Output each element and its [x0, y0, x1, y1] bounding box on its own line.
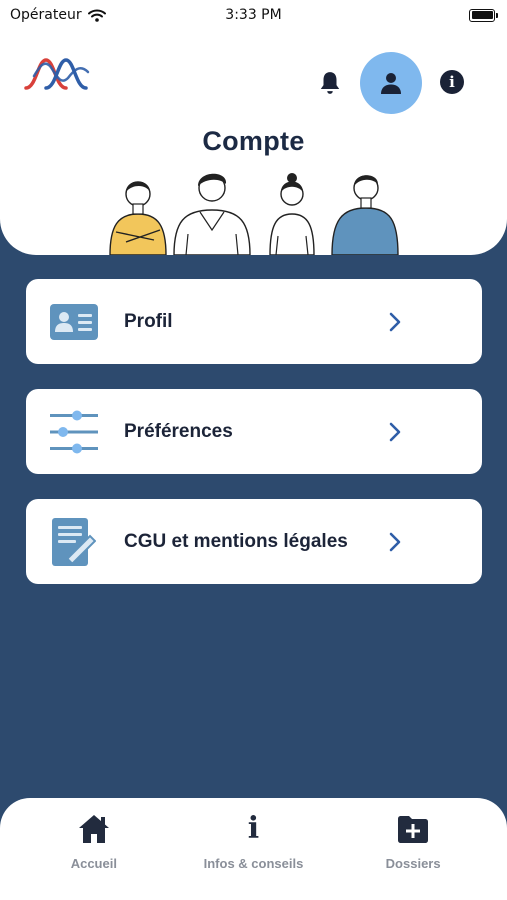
status-bar: Opérateur 3:33 PM: [0, 0, 507, 30]
user-icon: [381, 73, 401, 94]
tab-bar: Accueil i Infos & conseils Dossiers: [0, 798, 507, 900]
home-icon: [78, 815, 109, 843]
info-button[interactable]: i: [440, 70, 464, 94]
account-menu: Profil Préférences CGU et mentions légal: [26, 279, 482, 609]
info-i-icon: i: [247, 811, 260, 846]
person-illustration: [173, 173, 251, 255]
person-illustration: [109, 181, 167, 255]
tab-label: Dossiers: [385, 856, 441, 871]
waves-logo-icon: [24, 58, 90, 90]
menu-item-label: CGU et mentions légales: [124, 530, 348, 552]
carrier-label: Opérateur: [10, 7, 82, 23]
menu-item-cgu[interactable]: CGU et mentions légales: [26, 499, 482, 584]
sliders-icon: [50, 410, 98, 453]
person-illustration: [269, 173, 315, 255]
person-illustration: [331, 175, 399, 255]
folder-plus-icon: [398, 816, 429, 843]
battery-icon: [469, 8, 498, 22]
chevron-right-icon: [389, 422, 401, 441]
people-illustration: [109, 173, 399, 255]
chevron-right-icon: [389, 532, 401, 551]
tab-infos-conseils[interactable]: i Infos & conseils: [178, 811, 328, 872]
tab-accueil[interactable]: Accueil: [19, 812, 169, 871]
profile-button[interactable]: [360, 52, 422, 114]
document-pen-icon: [52, 517, 96, 566]
menu-item-label: Préférences: [124, 420, 233, 442]
tab-dossiers[interactable]: Dossiers: [338, 812, 488, 871]
header: i Compte: [0, 0, 507, 255]
menu-item-label: Profil: [124, 310, 173, 332]
page-title: Compte: [202, 126, 305, 156]
chevron-right-icon: [389, 312, 401, 331]
menu-item-preferences[interactable]: Préférences: [26, 389, 482, 474]
bell-icon[interactable]: [317, 70, 343, 96]
id-card-icon: [50, 303, 98, 340]
tab-label: Accueil: [70, 856, 117, 871]
menu-item-profil[interactable]: Profil: [26, 279, 482, 364]
tab-label: Infos & conseils: [203, 856, 304, 871]
info-icon: i: [449, 73, 455, 91]
wifi-icon: [87, 9, 106, 22]
